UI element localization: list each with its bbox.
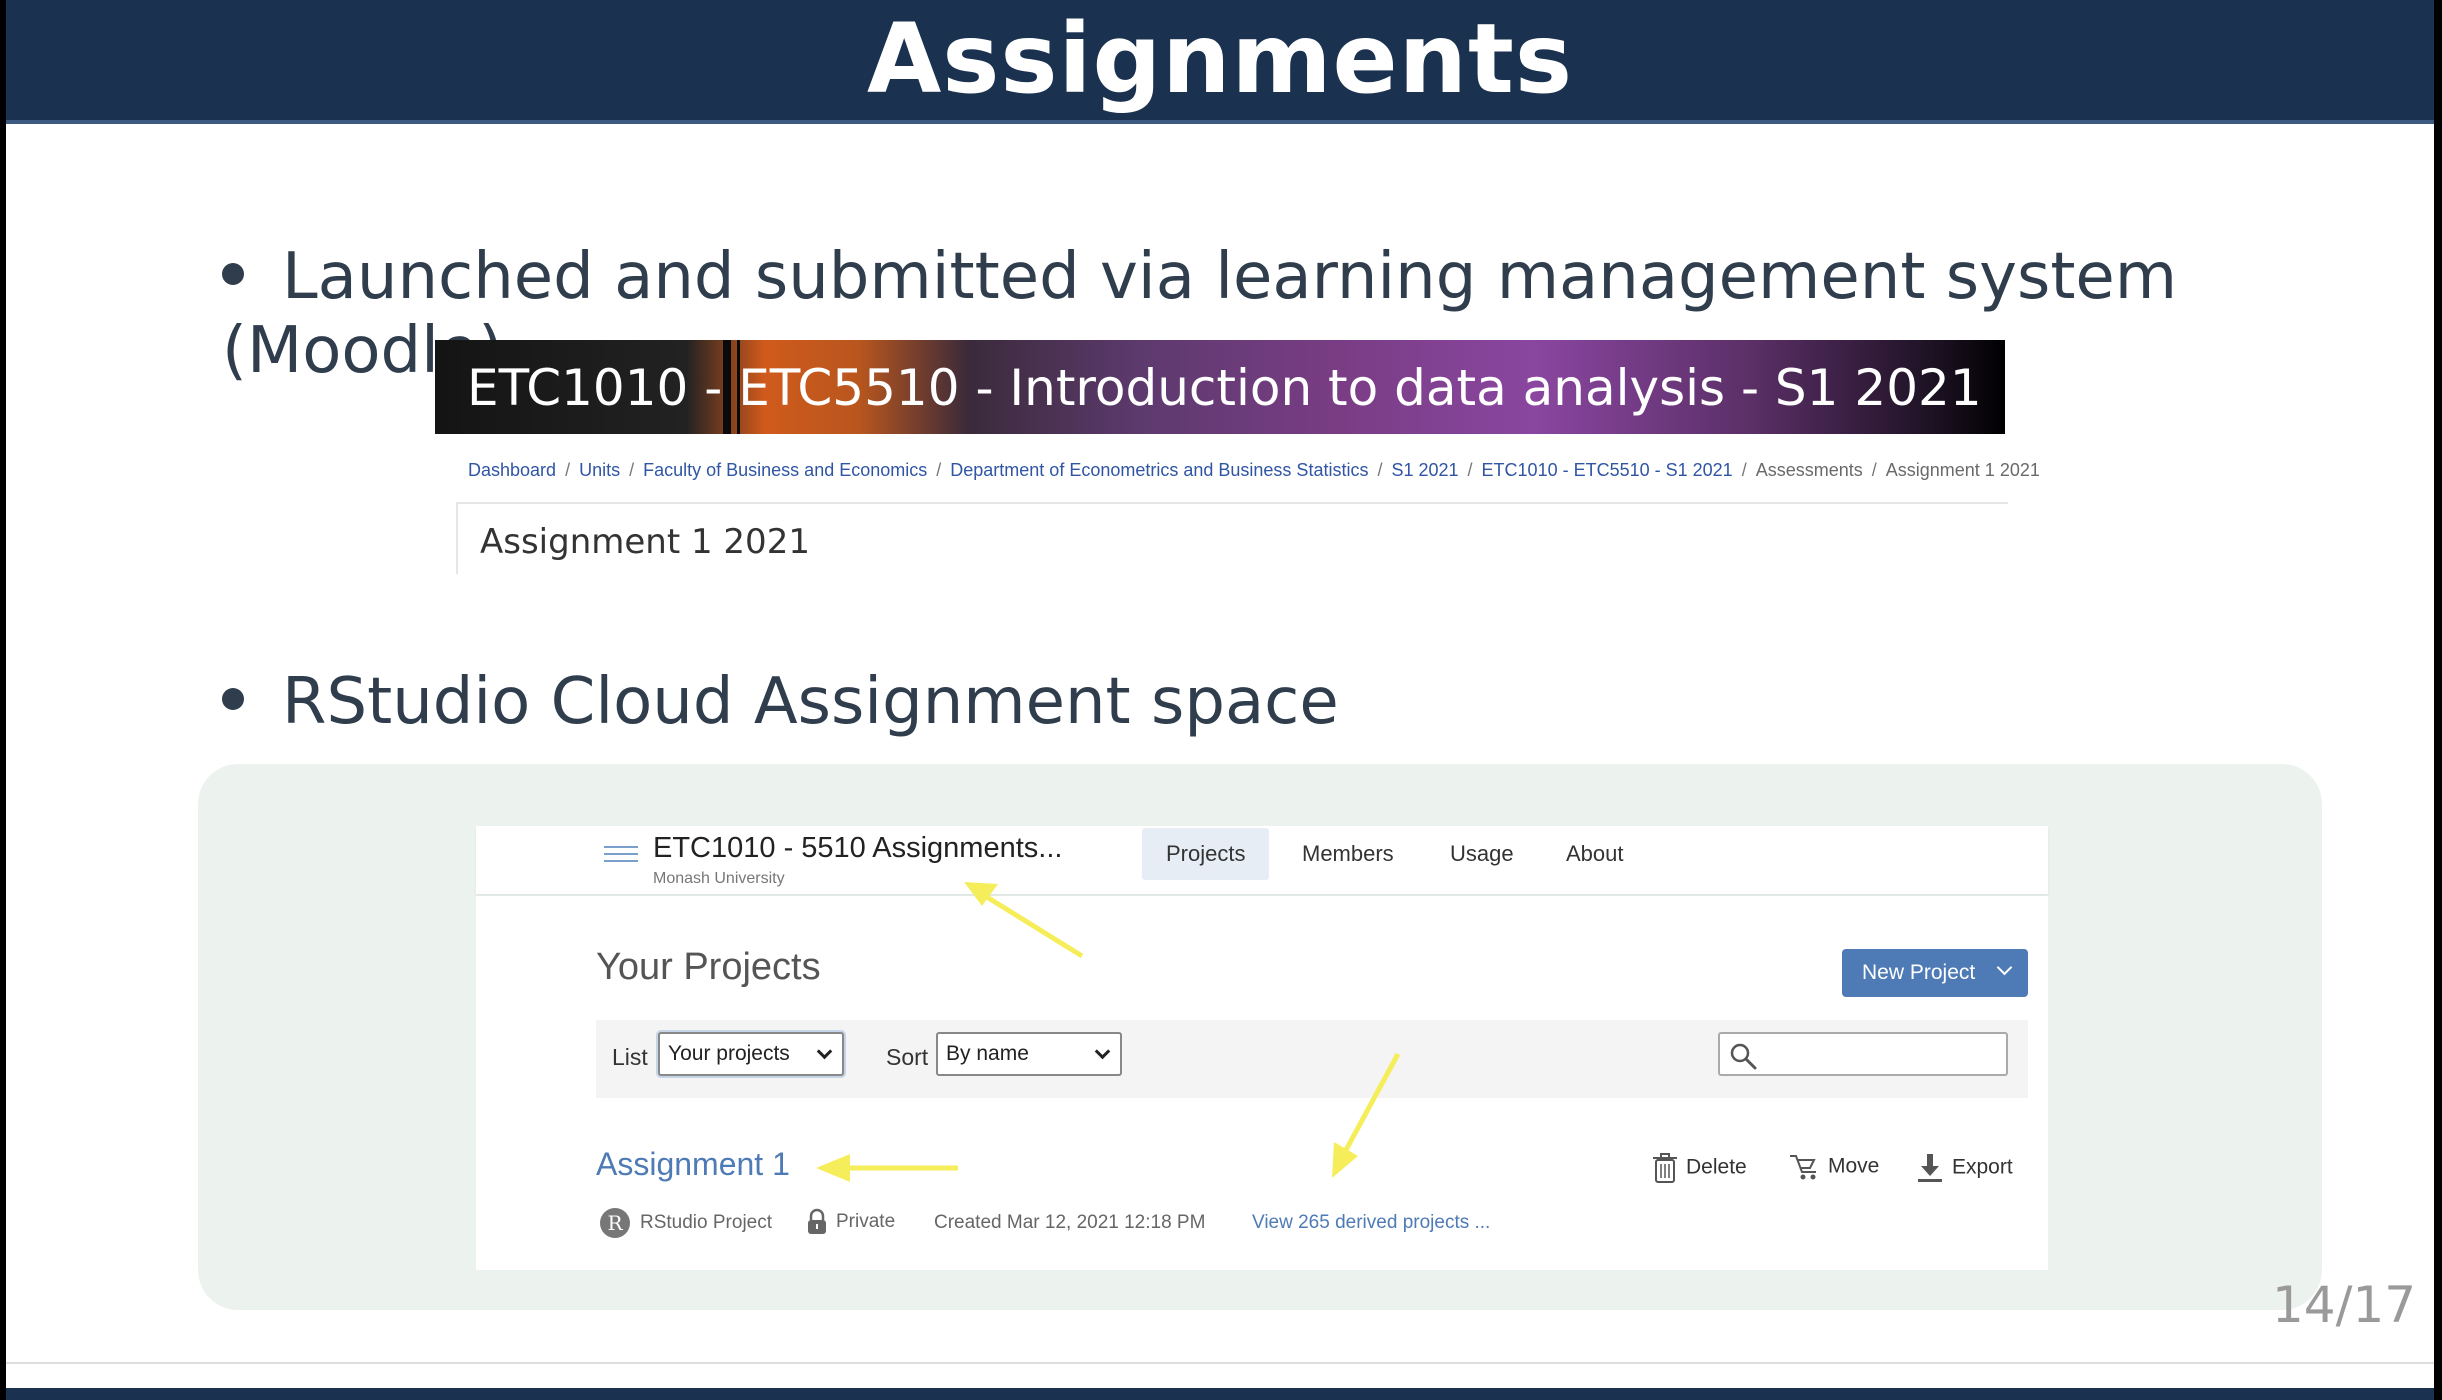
annotation-arrows	[816, 882, 1401, 1182]
bottom-bar	[6, 1388, 2434, 1400]
arrow-to-space-name-icon	[964, 882, 1084, 959]
bottom-divider	[6, 1362, 2434, 1364]
arrow-to-project-icon	[816, 1154, 958, 1182]
arrow-to-derived-link-icon	[1332, 1052, 1401, 1178]
slide: Assignments Launched and submitted via l…	[6, 0, 2434, 1400]
page-number: 14/17	[2272, 1276, 2417, 1334]
